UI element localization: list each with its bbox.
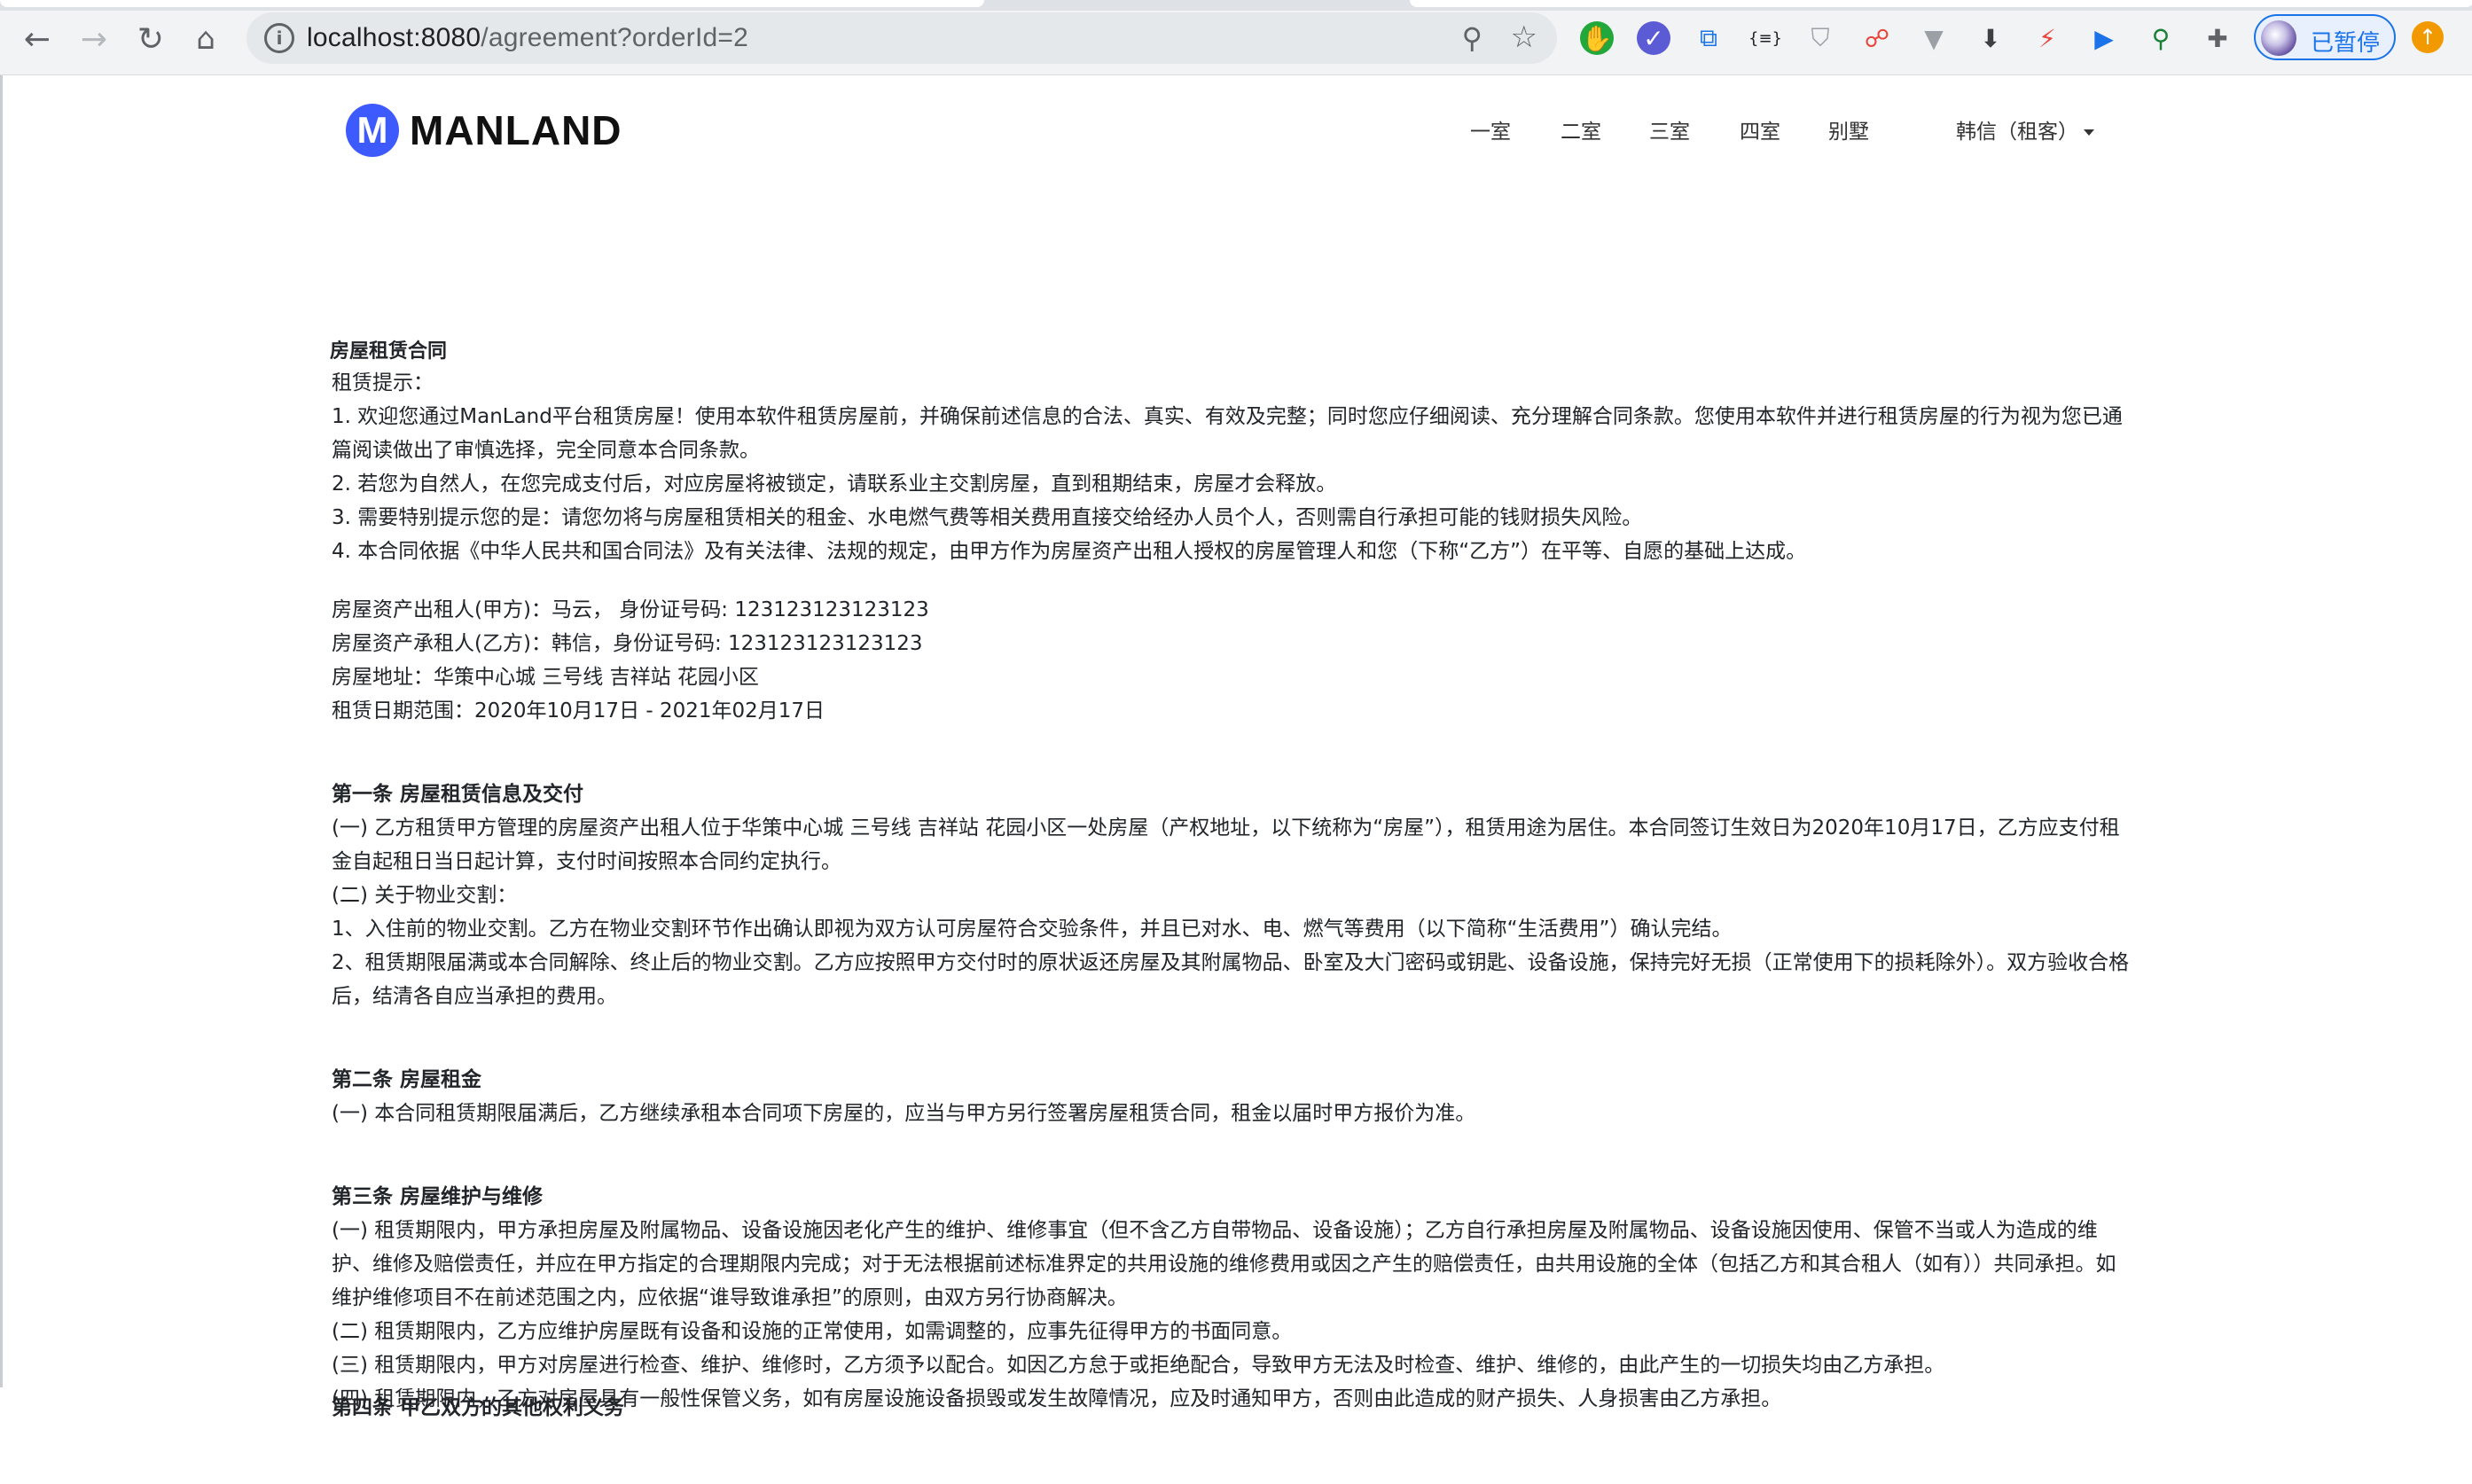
lightning-extension-icon[interactable]: ⚡ <box>2030 21 2064 55</box>
nav-item-one-room[interactable]: 一室 <box>1470 114 1511 144</box>
reload-icon[interactable]: ↻ <box>129 18 172 60</box>
home-icon[interactable]: ⌂ <box>184 18 227 60</box>
json-extension-icon[interactable]: {≡} <box>1748 21 1782 55</box>
section-line: (一) 本合同租赁期限届满后，乙方继续承租本合同项下房屋的，应当与甲方另行签署房… <box>332 1102 1476 1125</box>
address-url[interactable]: localhost:8080/agreement?orderId=2 <box>307 23 748 53</box>
agreement-title: 房屋租赁合同 <box>330 340 448 363</box>
green-hand-extension-icon[interactable]: ✋ <box>1580 21 1614 55</box>
section-heading: 第二条 房屋租金 <box>332 1068 482 1091</box>
party-lessee: 房屋资产承租人(乙方)：韩信，身份证号码: 123123123123123 <box>332 632 923 655</box>
browser-toolbar: ← → ↻ ⌂ i localhost:8080/agreement?order… <box>0 0 2472 75</box>
tab-strip <box>0 0 2472 11</box>
section-line: (三) 租赁期限内，甲方对房屋进行检查、维护、维修时，乙方须予以配合。如因乙方怠… <box>332 1354 1945 1377</box>
network-extension-icon[interactable]: ☍ <box>1860 21 1894 55</box>
nav-item-villa[interactable]: 别墅 <box>1828 114 1869 144</box>
section-heading: 第三条 房屋维护与维修 <box>332 1185 544 1208</box>
shield-extension-icon[interactable]: ⛉ <box>1803 21 1837 55</box>
tip-item: 3. 需要特别提示您的是：请您勿将与房屋租赁相关的租金、水电燃气费等相关费用直接… <box>332 506 1643 529</box>
section-line: (二) 关于物业交割： <box>332 884 518 907</box>
section-line: 2、租赁期限届满或本合同解除、终止后的物业交割。乙方应按照甲方交付时的原状返还房… <box>332 951 2130 1008</box>
forward-arrow-icon[interactable]: → <box>73 18 115 60</box>
lease-date-range: 租赁日期范围：2020年10月17日 - 2021年02月17日 <box>332 699 825 722</box>
section-heading-partial: 第四条 甲乙双方的其他权利义务 <box>332 1396 625 1419</box>
active-tab-edge[interactable] <box>0 0 984 7</box>
section-line: 1、入住前的物业交割。乙方在物业交割环节作出确认即视为双方认可房屋符合交验条件，… <box>332 918 1733 941</box>
other-tab-edge[interactable] <box>1410 0 2472 7</box>
agreement-document: 房屋租赁合同 租赁提示： 1. 欢迎您通过ManLand平台租赁房屋！使用本软件… <box>330 338 2132 1416</box>
logo-mark-icon: M <box>346 104 399 157</box>
party-lessor: 房屋资产出租人(甲方)：马云， 身份证号码: 123123123123123 <box>332 598 929 621</box>
section-line: (二) 租赁期限内，乙方应维护房屋既有设备和设施的正常使用，如需调整的，应事先征… <box>332 1320 1293 1343</box>
caret-down-icon <box>2084 129 2094 136</box>
user-dropdown[interactable]: 韩信（租客） <box>1956 114 2094 144</box>
property-address: 房屋地址：华策中心城 三号线 吉祥站 花园小区 <box>332 666 759 689</box>
tip-item: 2. 若您为自然人，在您完成支付后，对应房屋将被锁定，请联系业主交割房屋，直到租… <box>332 473 1337 496</box>
profile-status-label: 已暂停 <box>2311 30 2381 57</box>
video-extension-icon[interactable]: ▶ <box>2087 21 2121 55</box>
tag-extension-icon[interactable]: ⚲ <box>2144 21 2178 55</box>
url-host: localhost:8080 <box>307 23 481 52</box>
left-divider <box>0 75 3 1387</box>
page-viewport: M MANLAND 一室 二室 三室 四室 别墅 韩信（租客） 房屋租赁合同 租… <box>0 75 2472 1484</box>
address-bar[interactable]: i localhost:8080/agreement?orderId=2 ⚲ ☆ <box>246 12 1557 64</box>
site-logo[interactable]: M MANLAND <box>346 102 622 159</box>
back-arrow-icon[interactable]: ← <box>16 18 59 60</box>
nav-item-four-room[interactable]: 四室 <box>1740 114 1780 144</box>
user-name: 韩信（租客） <box>1956 121 2078 144</box>
update-icon[interactable]: ↑ <box>2412 21 2444 53</box>
tips-heading: 租赁提示： <box>332 371 434 394</box>
zoom-icon[interactable]: ⚲ <box>1462 21 1482 55</box>
section-line: (一) 乙方租赁甲方管理的房屋资产出租人位于华策中心城 三号线 吉祥站 花园小区… <box>332 816 2120 873</box>
url-path: /agreement?orderId=2 <box>481 23 748 52</box>
vue-extension-icon[interactable]: ▼ <box>1917 21 1951 55</box>
tip-item: 1. 欢迎您通过ManLand平台租赁房屋！使用本软件租赁房屋前，并确保前述信息… <box>332 405 2123 462</box>
section-line: (一) 租赁期限内，甲方承担房屋及附属物品、设备设施因老化产生的维护、维修事宜（… <box>332 1219 2116 1309</box>
bookmark-star-icon[interactable]: ☆ <box>1511 20 1537 55</box>
section-heading: 第一条 房屋租赁信息及交付 <box>332 783 584 806</box>
download-extension-icon[interactable]: ⬇ <box>1974 21 2007 55</box>
purple-check-extension-icon[interactable]: ✓ <box>1637 21 1670 55</box>
nav-item-three-room[interactable]: 三室 <box>1649 114 1690 144</box>
tip-item: 4. 本合同依据《中华人民共和国合同法》及有关法律、法规的规定，由甲方作为房屋资… <box>332 540 1807 563</box>
translate-extension-icon[interactable]: ⧉ <box>1692 21 1725 55</box>
puzzle-extensions-icon[interactable]: ✚ <box>2201 21 2234 55</box>
profile-button[interactable]: 已暂停 <box>2254 14 2396 60</box>
nav-item-two-room[interactable]: 二室 <box>1561 114 1601 144</box>
avatar <box>2261 20 2296 56</box>
site-info-icon[interactable]: i <box>264 23 294 53</box>
logo-text: MANLAND <box>410 107 622 153</box>
